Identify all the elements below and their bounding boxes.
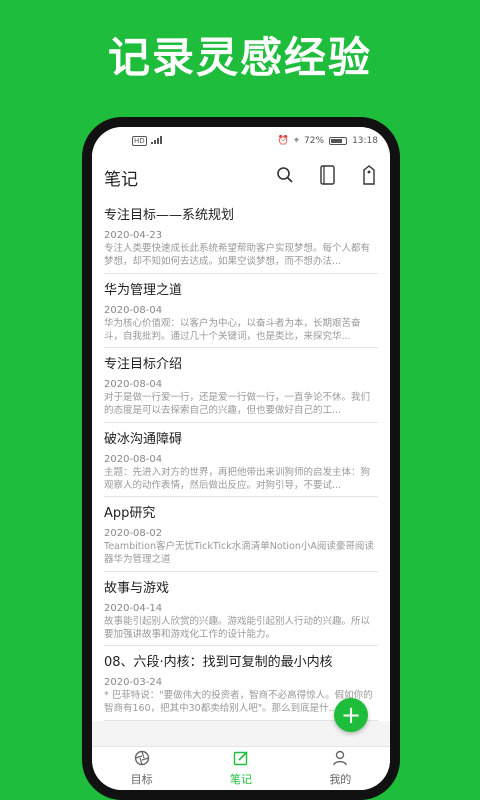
note-date: 2020-08-04 [104,304,163,316]
note-title: 专注目标介绍 [104,357,183,372]
tag-icon[interactable] [362,165,376,189]
aperture-icon [134,750,150,769]
add-note-button[interactable]: + [334,698,368,732]
note-item[interactable]: 专注目标——系统规划 2020-04-23 专注人类要快速成长此系统希望帮助客户… [104,199,378,274]
battery-icon [329,137,348,145]
note-date: 2020-04-14 [104,602,163,614]
note-date: 2020-08-02 [104,528,163,539]
alarm-icon: ⏰ [277,136,289,146]
note-preview: 主题：先进入对方的世界，再把他带出来训狗师的启发主体：狗观察人的动作表情，然后做… [104,466,371,491]
note-date: 2020-04-23 [104,230,163,241]
note-date: 2020-03-24 [104,677,163,688]
tab-goals[interactable]: 目标 [92,747,191,790]
note-title: 破冰沟通障碍 [104,431,183,447]
battery-percent: 72% [304,136,325,146]
note-item[interactable]: 华为管理之道 2020-08-04 华为核心价值观：以客户为中心，以奋斗者为本，… [104,274,378,348]
note-date: 2020-08-04 [104,453,163,465]
edit-icon [233,750,249,769]
note-preview: 华为核心价值观：以客户为中心，以奋斗者为本，长期艰苦奋斗，自我批判。通过几十个关… [104,317,361,342]
note-item[interactable]: App研究 2020-08-02 Teambition客户无忧TickTick水… [104,497,378,572]
note-title: App研究 [104,506,156,521]
bottom-tab-bar: 目标 笔记 我的 [92,746,390,790]
clock: 13:18 [352,136,378,146]
page-title: 笔记 [104,169,138,190]
note-date: 2020-08-04 [104,379,163,390]
note-preview: 故事能引起别人欣赏的兴趣。游戏能引起别人行动的兴趣。所以要加强讲故事和游戏化工作… [104,615,371,640]
note-title: 08、六段·内核：找到可复制的最小内核 [104,655,333,670]
note-preview: 对于是做一行爱一行，还是爱一行做一行，一直争论不休。我们的态度是可以去探索自己的… [104,392,371,416]
tab-profile[interactable]: 我的 [291,747,390,790]
user-icon [332,750,348,769]
note-preview: Teambition客户无忧TickTick水滴清单Notion小A阅读豪哥阅读… [104,541,374,565]
tab-label: 笔记 [229,773,252,786]
tab-label: 目标 [130,773,153,786]
promo-headline: 记录灵感经验 [107,33,372,82]
notes-list: 专注目标——系统规划 2020-04-23 专注人类要快速成长此系统希望帮助客户… [92,199,390,721]
status-bar: HD ⏰ ⌖ 72% 13:18 [92,127,390,155]
phone-screen: HD ⏰ ⌖ 72% 13:18 笔记 专注目标——系统规划 2020-04-2… [92,127,390,790]
tab-notes[interactable]: 笔记 [191,747,290,790]
note-item[interactable]: 破冰沟通障碍 2020-08-04 主题：先进入对方的世界，再把他带出来训狗师的… [104,423,378,497]
note-title: 华为管理之道 [104,282,183,298]
note-preview: 专注人类要快速成长此系统希望帮助客户实现梦想。每个人都有梦想，却不知如何去达成。… [104,243,371,267]
signal-icon [150,135,163,147]
note-title: 故事与游戏 [104,580,170,596]
location-icon: ⌖ [293,136,300,146]
note-title: 专注目标——系统规划 [104,208,235,223]
hd-indicator: HD [132,136,147,146]
app-bar: 笔记 [92,155,390,199]
note-item[interactable]: 专注目标介绍 2020-08-04 对于是做一行爱一行，还是爱一行做一行，一直争… [104,348,378,423]
tab-label: 我的 [329,773,352,786]
notebook-icon[interactable] [320,165,336,189]
search-icon[interactable] [276,166,294,188]
phone-frame: HD ⏰ ⌖ 72% 13:18 笔记 专注目标——系统规划 2020-04-2… [82,117,400,800]
note-item[interactable]: 故事与游戏 2020-04-14 故事能引起别人欣赏的兴趣。游戏能引起别人行动的… [104,572,378,646]
